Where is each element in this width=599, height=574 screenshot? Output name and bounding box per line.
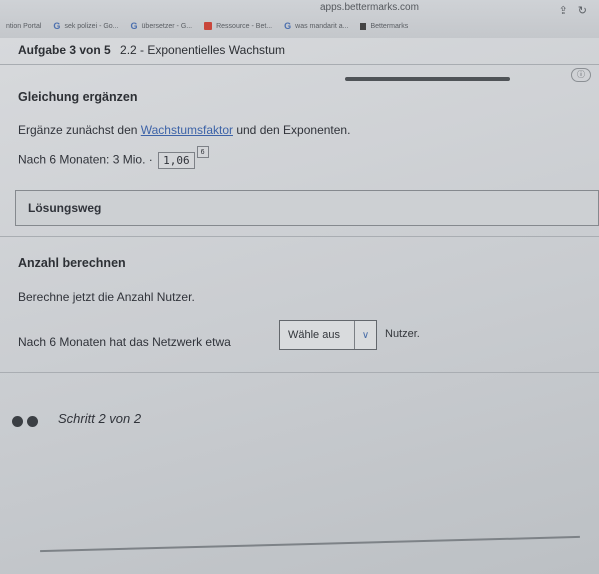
- step-dot[interactable]: [27, 416, 38, 427]
- task-header: Aufgabe 3 von 5 2.2 - Exponentielles Wac…: [18, 43, 285, 57]
- growth-factor-input[interactable]: 1,06: [158, 152, 195, 169]
- exercise-page: Aufgabe 3 von 5 2.2 - Exponentielles Wac…: [0, 38, 599, 574]
- solution-toggle[interactable]: Lösungsweg: [15, 190, 599, 226]
- tab-label: übersetzer - G...: [141, 22, 193, 30]
- equation-line: Nach 6 Monaten: 3 Mio. · 1,066: [18, 146, 209, 169]
- section-heading-calculate: Anzahl berechnen: [18, 256, 126, 270]
- tab-label: Bettermarks: [370, 22, 409, 30]
- task-counter: Aufgabe 3 von 5: [18, 43, 111, 57]
- step-indicator: Schritt 2 von 2: [58, 411, 142, 426]
- bookmark-icon: [360, 22, 367, 30]
- exponent-input[interactable]: 6: [196, 146, 209, 158]
- google-icon: G: [130, 21, 138, 31]
- tab-bettermarks[interactable]: Bettermarks: [354, 22, 414, 30]
- equation-text: Nach 6 Monaten: 3 Mio. ·: [18, 152, 157, 167]
- select-value: Wähle aus: [288, 329, 340, 341]
- help-button[interactable]: ⓘ: [571, 68, 591, 82]
- tab-label: ntion Portal: [6, 22, 42, 30]
- tab-portal[interactable]: ntion Portal: [0, 23, 47, 30]
- chevron-down-icon: ∨: [354, 321, 376, 349]
- help-icon: ⓘ: [577, 70, 585, 79]
- tab-google-3[interactable]: Gwas mandarit a...: [278, 21, 354, 31]
- section-heading-equation: Gleichung ergänzen: [18, 90, 138, 104]
- task-topic: 2.2 - Exponentielles Wachstum: [120, 43, 285, 57]
- section-divider: [0, 236, 599, 237]
- solution-label: Lösungsweg: [28, 201, 102, 215]
- answer-unit: Nutzer.: [385, 328, 420, 340]
- screen-edge: [40, 535, 580, 553]
- tab-label: Ressource - Bet...: [216, 22, 273, 30]
- section-divider: [0, 372, 599, 373]
- google-icon: G: [53, 21, 61, 31]
- bookmark-bar: ntion Portal Gsek polizei - Go... Gübers…: [0, 16, 599, 36]
- equation-instruction: Ergänze zunächst den Wachstumsfaktor und…: [18, 123, 350, 137]
- red-square-icon: [204, 22, 213, 30]
- tab-google-2[interactable]: Gübersetzer - G...: [125, 21, 199, 31]
- step-dots: [12, 416, 38, 427]
- tab-label: sek polizei - Go...: [64, 22, 119, 30]
- google-icon: G: [284, 21, 292, 31]
- calculate-instruction: Berechne jetzt die Anzahl Nutzer.: [18, 290, 195, 304]
- answer-sentence: Nach 6 Monaten hat das Netzwerk etwa: [18, 335, 231, 349]
- progress-indicator: [345, 77, 510, 81]
- tab-label: was mandarit a...: [295, 22, 349, 30]
- tab-google-1[interactable]: Gsek polizei - Go...: [47, 21, 124, 31]
- browser-chrome: apps.bettermarks.com ⇪ ↻ ntion Portal Gs…: [0, 0, 599, 38]
- instruction-text: und den Exponenten.: [233, 123, 351, 137]
- instruction-text: Ergänze zunächst den: [18, 123, 141, 137]
- answer-select[interactable]: Wähle aus ∨: [279, 320, 377, 350]
- step-dot[interactable]: [12, 416, 23, 427]
- header-divider: [0, 64, 599, 65]
- growth-factor-link[interactable]: Wachstumsfaktor: [141, 123, 233, 137]
- address-bar[interactable]: apps.bettermarks.com: [320, 2, 419, 13]
- tab-resource[interactable]: Ressource - Bet...: [198, 22, 278, 30]
